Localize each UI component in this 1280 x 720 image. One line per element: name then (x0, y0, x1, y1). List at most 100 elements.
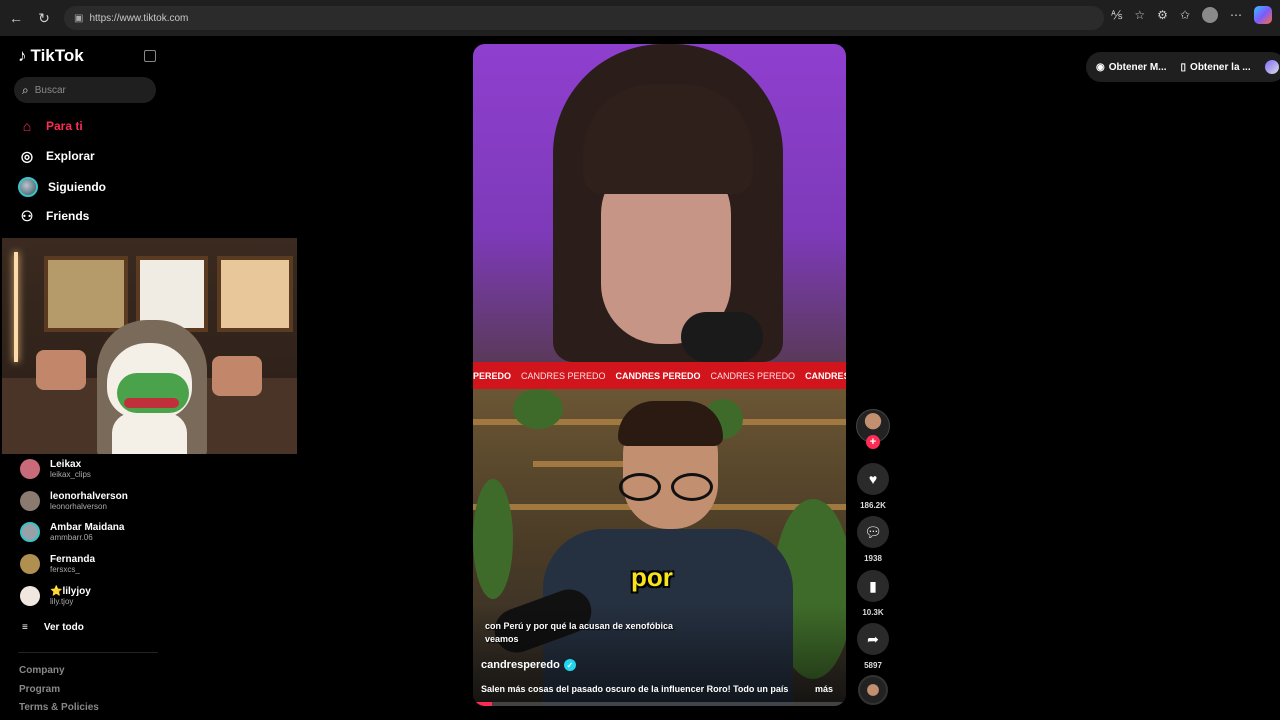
share-count: 5897 (864, 661, 882, 670)
plant (513, 389, 563, 429)
copilot-icon[interactable] (1254, 6, 1272, 24)
favorite-star-icon[interactable]: ☆ (1134, 8, 1145, 22)
music-disc-icon[interactable] (858, 675, 888, 705)
user-avatar[interactable] (1264, 60, 1279, 74)
footer-link-terms[interactable]: Terms & Policies (19, 702, 99, 713)
home-icon: ⌂ (22, 118, 32, 134)
nav-label: Explorar (46, 149, 95, 163)
divider (18, 652, 158, 653)
browser-toolbar: ← ↻ ▣ https://www.tiktok.com ⅍ ☆ ⚙ ✩ ⋯ (0, 0, 1280, 36)
account-name: Fernanda (50, 554, 96, 565)
video-subtitle: con Perú y por qué la acusan de xenofóbi… (485, 621, 674, 644)
pepe-avatar-body (112, 413, 187, 454)
site-info-icon[interactable]: ▣ (74, 13, 83, 24)
video-player[interactable]: PEREDO CANDRES PEREDO CANDRES PEREDO CAN… (473, 44, 846, 706)
save-button[interactable]: ▮ 10.3K (857, 570, 889, 617)
pill-label: Obtener M... (1108, 61, 1167, 73)
glasses (619, 473, 721, 501)
back-icon[interactable]: ← (4, 6, 28, 30)
more-button[interactable]: más (815, 684, 833, 694)
following-account[interactable]: leonorhalverson leonorhalverson (20, 491, 128, 511)
search-input[interactable]: ⌕ Buscar (14, 77, 156, 103)
stream-webcam-overlay (2, 238, 297, 454)
search-icon: ⌕ (22, 82, 29, 97)
tiktok-note-icon: ♪ (18, 46, 27, 65)
ticker-text: CANDRES PEREDO (710, 370, 796, 381)
compass-icon: ◎ (20, 147, 34, 164)
address-bar[interactable]: ▣ https://www.tiktok.com (64, 6, 1104, 30)
following-account[interactable]: ⭐lilyjoy lily.tjoy (20, 586, 91, 606)
get-coins-button[interactable]: ◉ Obtener M... (1096, 62, 1167, 73)
like-button[interactable]: ♥ 186.2K (857, 463, 889, 510)
video-author[interactable]: candresperedo ✓ (481, 659, 576, 671)
nav-friends[interactable]: ⚇ Friends (18, 207, 90, 225)
avatar (20, 522, 40, 542)
name-ticker-banner: PEREDO CANDRES PEREDO CANDRES PEREDO CAN… (473, 362, 846, 389)
video-description: Salen más cosas del pasado oscuro de la … (481, 684, 789, 694)
favorites-icon[interactable]: ✩ (1180, 8, 1190, 22)
get-app-button[interactable]: ▯ Obtener la ... (1181, 62, 1251, 73)
progress-fill (473, 702, 492, 706)
avatar (20, 554, 40, 574)
comment-button[interactable]: 💬︎ 1938 (857, 516, 889, 563)
woman-bangs (583, 84, 753, 194)
avatar (20, 586, 40, 606)
shelf (733, 419, 846, 425)
ticker-text: PEREDO (473, 370, 512, 381)
avatar (20, 459, 40, 479)
account-name: Ambar Maidana (50, 522, 125, 533)
friends-icon: ⚇ (20, 207, 34, 224)
lamp (14, 252, 18, 362)
url-text: https://www.tiktok.com (89, 12, 189, 24)
pillow (212, 356, 262, 396)
account-handle: leonorhalverson (50, 502, 107, 511)
verified-badge-icon: ✓ (563, 659, 576, 671)
account-handle: leikax_clips (50, 470, 91, 479)
share-icon: ➦ (857, 623, 889, 655)
account-handle: fersxcs_ (50, 565, 80, 574)
account-handle: lily.tjoy (50, 597, 74, 606)
see-all-button[interactable]: ≡ Ver todo (22, 622, 84, 633)
account-handle: ammbarr.06 (50, 533, 93, 542)
collapse-sidebar-icon[interactable] (144, 50, 156, 62)
video-caption-word: por (631, 562, 673, 592)
nav-following[interactable]: Siguiendo (18, 177, 106, 197)
nav-for-you[interactable]: ⌂ Para ti (18, 117, 83, 135)
see-all-label: Ver todo (43, 622, 84, 633)
tiktok-logo[interactable]: ♪ TikTok (18, 46, 84, 66)
nav-label: Para ti (46, 119, 83, 133)
comment-icon: 💬︎ (857, 516, 889, 548)
avatar (20, 491, 40, 511)
footer-link-program[interactable]: Program (19, 684, 60, 695)
picture-frame (44, 256, 128, 332)
microphone (681, 312, 763, 362)
phone-icon: ▯ (1180, 61, 1187, 73)
coin-icon: ◉ (1096, 61, 1105, 73)
nav-label: Siguiendo (48, 180, 106, 194)
share-button[interactable]: ➦ 5897 (857, 623, 889, 670)
ticker-text: CANDRES PEREDO (615, 370, 701, 381)
following-account[interactable]: Ambar Maidana ammbarr.06 (20, 522, 124, 542)
profile-avatar[interactable] (1202, 7, 1218, 23)
comment-count: 1938 (864, 554, 882, 563)
picture-frame (217, 256, 293, 332)
following-account[interactable]: Leikax leikax_clips (20, 459, 91, 479)
following-account[interactable]: Fernanda fersxcs_ (20, 554, 95, 574)
browser-actions: ⅍ ☆ ⚙ ✩ ⋯ (1111, 6, 1272, 24)
more-menu-icon[interactable]: ⋯ (1230, 8, 1242, 22)
plant (473, 479, 513, 599)
follow-plus-button[interactable]: + (866, 435, 880, 449)
reload-icon[interactable]: ↻ (32, 6, 56, 30)
video-progress-bar[interactable] (473, 702, 846, 706)
heart-icon: ♥ (857, 463, 889, 495)
pillow (36, 350, 86, 390)
list-icon: ≡ (22, 622, 28, 633)
nav-explore[interactable]: ◎ Explorar (18, 147, 95, 165)
account-name: ⭐lilyjoy (50, 586, 91, 597)
like-count: 186.2K (860, 501, 886, 510)
footer-link-company[interactable]: Company (19, 665, 65, 676)
extensions-icon[interactable]: ⚙ (1157, 8, 1168, 22)
nav-label: Friends (46, 209, 90, 223)
save-count: 10.3K (862, 608, 884, 617)
translate-icon[interactable]: ⅍ (1111, 8, 1122, 22)
